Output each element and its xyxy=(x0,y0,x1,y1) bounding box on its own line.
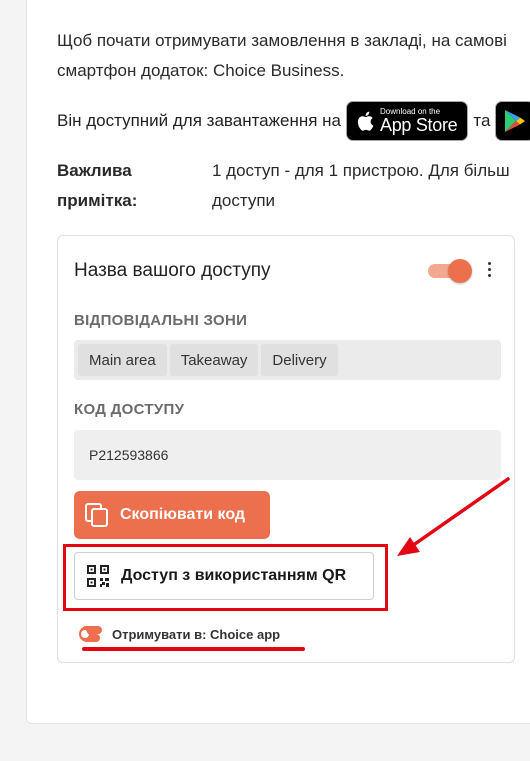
annotation-arrow xyxy=(397,477,510,556)
